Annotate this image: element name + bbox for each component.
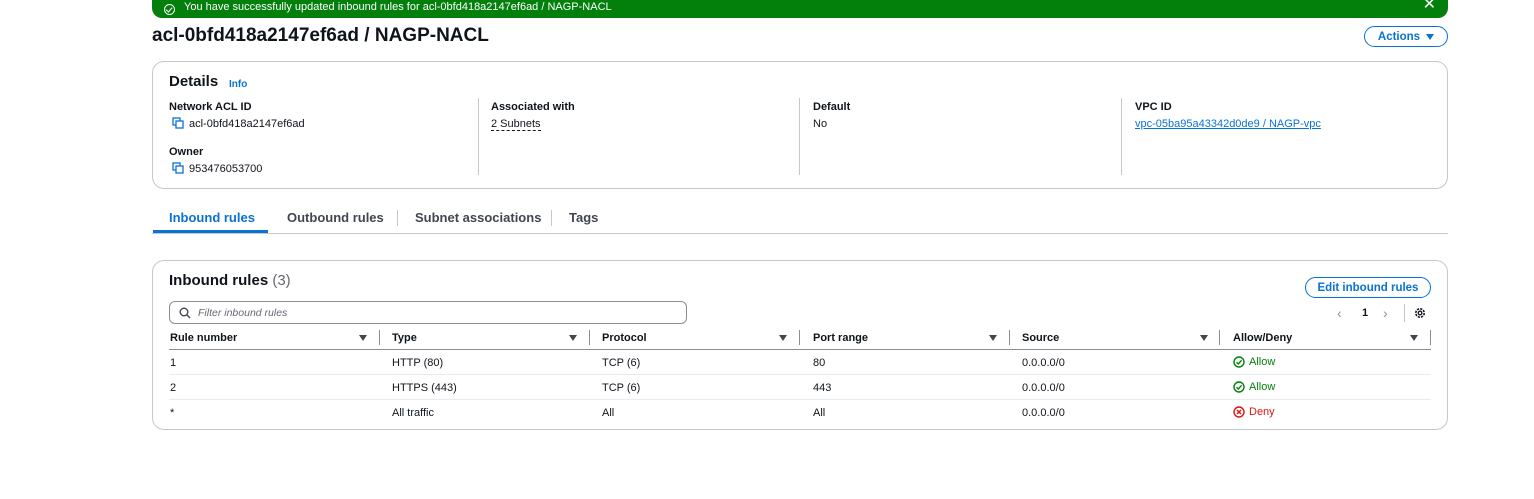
associated-with-label: Associated with [491, 101, 575, 113]
sort-icon[interactable] [359, 335, 367, 341]
default-value: No [813, 118, 828, 130]
caret-down-icon [1426, 33, 1435, 40]
network-acl-id-label: Network ACL ID [169, 101, 252, 113]
chevron-left-icon[interactable]: ‹ [1337, 305, 1342, 321]
copy-icon[interactable] [172, 162, 184, 174]
cell-source: 0.0.0.0/0 [1022, 407, 1065, 419]
row-divider [169, 374, 1431, 375]
sort-icon[interactable] [1410, 335, 1418, 341]
actions-label: Actions [1377, 30, 1421, 43]
cell-port-range: All [813, 407, 826, 419]
chevron-right-icon[interactable]: › [1383, 305, 1388, 321]
column-divider [1121, 98, 1122, 175]
inbound-rules-title: Inbound rules [169, 272, 269, 289]
filter-input[interactable] [198, 305, 668, 321]
success-flash-banner: You have successfully updated inbound ru… [152, 0, 1448, 18]
cell-protocol: All [602, 407, 615, 419]
inbound-rules-count: (3) [272, 272, 291, 289]
sort-icon[interactable] [1200, 335, 1208, 341]
tab-outbound-rules[interactable]: Outbound rules [287, 210, 384, 225]
cell-allow-deny: Deny [1233, 406, 1275, 418]
column-separator[interactable] [1219, 330, 1220, 345]
column-divider [478, 98, 479, 175]
column-separator[interactable] [379, 330, 380, 345]
tab-separator [397, 210, 398, 226]
inbound-rules-panel [152, 260, 1448, 430]
sort-icon[interactable] [569, 335, 577, 341]
cell-port-range: 80 [813, 357, 826, 369]
vpc-id-label: VPC ID [1135, 101, 1172, 113]
details-title: Details [169, 73, 219, 90]
column-header-allow-deny[interactable]: Allow/Deny [1233, 332, 1292, 344]
associated-subnets-link[interactable]: 2 Subnets [491, 118, 541, 131]
owner-value: 953476053700 [189, 163, 263, 175]
column-header-type[interactable]: Type [392, 332, 417, 344]
cell-rule-number: 2 [170, 382, 177, 394]
network-acl-id-value: acl-0bfd418a2147ef6ad [189, 118, 305, 130]
sort-icon[interactable] [989, 335, 997, 341]
cell-allow-deny: Allow [1233, 381, 1275, 393]
gear-icon[interactable] [1413, 306, 1427, 320]
cell-rule-number: * [170, 407, 175, 419]
edit-inbound-rules-button[interactable]: Edit inbound rules [1305, 277, 1431, 298]
x-circle-icon [1233, 406, 1245, 418]
cell-source: 0.0.0.0/0 [1022, 357, 1065, 369]
tab-inbound-rules[interactable]: Inbound rules [169, 210, 255, 225]
cell-source: 0.0.0.0/0 [1022, 382, 1065, 394]
column-divider [799, 98, 800, 175]
status-deny: Deny [1249, 406, 1275, 418]
cell-port-range: 443 [813, 382, 832, 394]
vpc-id-link[interactable]: vpc-05ba95a43342d0de9 / NAGP-vpc [1135, 118, 1321, 130]
sort-icon[interactable] [779, 335, 787, 341]
flash-message: You have successfully updated inbound ru… [184, 1, 612, 13]
filter-inbound-rules[interactable] [169, 301, 687, 324]
tab-separator [551, 210, 552, 226]
column-separator[interactable] [799, 330, 800, 345]
info-link[interactable]: Info [229, 79, 247, 90]
column-separator[interactable] [589, 330, 590, 345]
column-header-protocol[interactable]: Protocol [602, 332, 647, 344]
table-header-divider [169, 349, 1431, 350]
cell-type: HTTP (80) [392, 357, 444, 369]
column-separator[interactable] [1430, 330, 1431, 345]
row-divider [169, 399, 1431, 400]
cell-rule-number: 1 [170, 357, 177, 369]
status-allow: Allow [1249, 381, 1276, 393]
pager-separator [1404, 304, 1405, 322]
tab-subnet-associations[interactable]: Subnet associations [415, 210, 541, 225]
tabs-divider [152, 233, 1448, 234]
cell-type: All traffic [392, 407, 434, 419]
search-icon [179, 307, 191, 319]
close-icon[interactable]: ✕ [1423, 0, 1436, 13]
status-allow: Allow [1249, 356, 1276, 368]
copy-icon[interactable] [172, 117, 184, 129]
cell-protocol: TCP (6) [602, 382, 641, 394]
column-header-port-range[interactable]: Port range [813, 332, 868, 344]
cell-allow-deny: Allow [1233, 356, 1275, 368]
inbound-rules-heading: Inbound rules (3) [169, 272, 291, 289]
owner-label: Owner [169, 146, 204, 158]
column-separator[interactable] [1009, 330, 1010, 345]
tab-tags[interactable]: Tags [569, 210, 598, 225]
column-header-source[interactable]: Source [1022, 332, 1059, 344]
column-header-rule-number[interactable]: Rule number [170, 332, 237, 344]
cell-protocol: TCP (6) [602, 357, 641, 369]
default-label: Default [813, 101, 851, 113]
page-number[interactable]: 1 [1362, 307, 1368, 319]
actions-button[interactable]: Actions [1364, 26, 1448, 47]
check-circle-icon [1233, 381, 1245, 393]
success-check-icon [164, 4, 175, 15]
page-title: acl-0bfd418a2147ef6ad / NAGP-NACL [152, 25, 489, 46]
check-circle-icon [1233, 356, 1245, 368]
cell-type: HTTPS (443) [392, 382, 457, 394]
